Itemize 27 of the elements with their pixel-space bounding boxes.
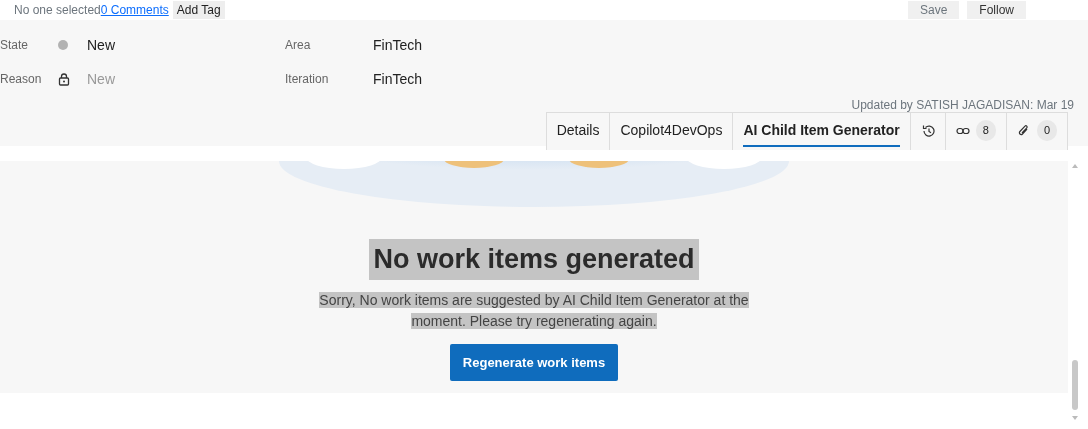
history-icon	[920, 123, 935, 138]
follow-button[interactable]: Follow	[967, 1, 1026, 19]
tab[interactable]: 8	[944, 112, 1007, 150]
empty-state-message: Sorry, No work items are suggested by AI Child Item Generator at the moment. Please try regenerating again.	[318, 290, 750, 331]
lock-icon	[58, 72, 70, 86]
field-value[interactable]: FinTech	[373, 68, 423, 90]
count-badge: 0	[1036, 120, 1057, 141]
field-value[interactable]: FinTech	[373, 34, 423, 56]
updated-text: Updated by SATISH JAGADISAN: Mar 19	[851, 98, 1074, 112]
field-label: Iteration	[285, 71, 330, 88]
field-label: State	[0, 37, 30, 54]
tab[interactable]: 0	[1005, 112, 1068, 150]
tab[interactable]: Copilot4DevOps	[609, 112, 734, 150]
add-tag-button[interactable]: Add Tag	[172, 1, 225, 19]
regenerate-button[interactable]: Regenerate work items	[449, 343, 619, 381]
paperclip-icon	[1016, 123, 1031, 138]
tab[interactable]	[909, 112, 946, 150]
save-button[interactable]: Save	[907, 1, 960, 19]
count-badge: 8	[975, 120, 996, 141]
comments-link[interactable]: 0 Comments	[100, 1, 169, 19]
field-label: Reason	[0, 71, 43, 88]
assignee-text[interactable]: No one selected	[14, 1, 101, 19]
tab[interactable]: Details	[545, 112, 611, 150]
field-value[interactable]: New	[87, 34, 115, 56]
tab[interactable]: AI Child Item Generator	[732, 112, 911, 150]
field-label: Area	[285, 37, 312, 54]
empty-state-title: No work items generated	[369, 239, 699, 280]
